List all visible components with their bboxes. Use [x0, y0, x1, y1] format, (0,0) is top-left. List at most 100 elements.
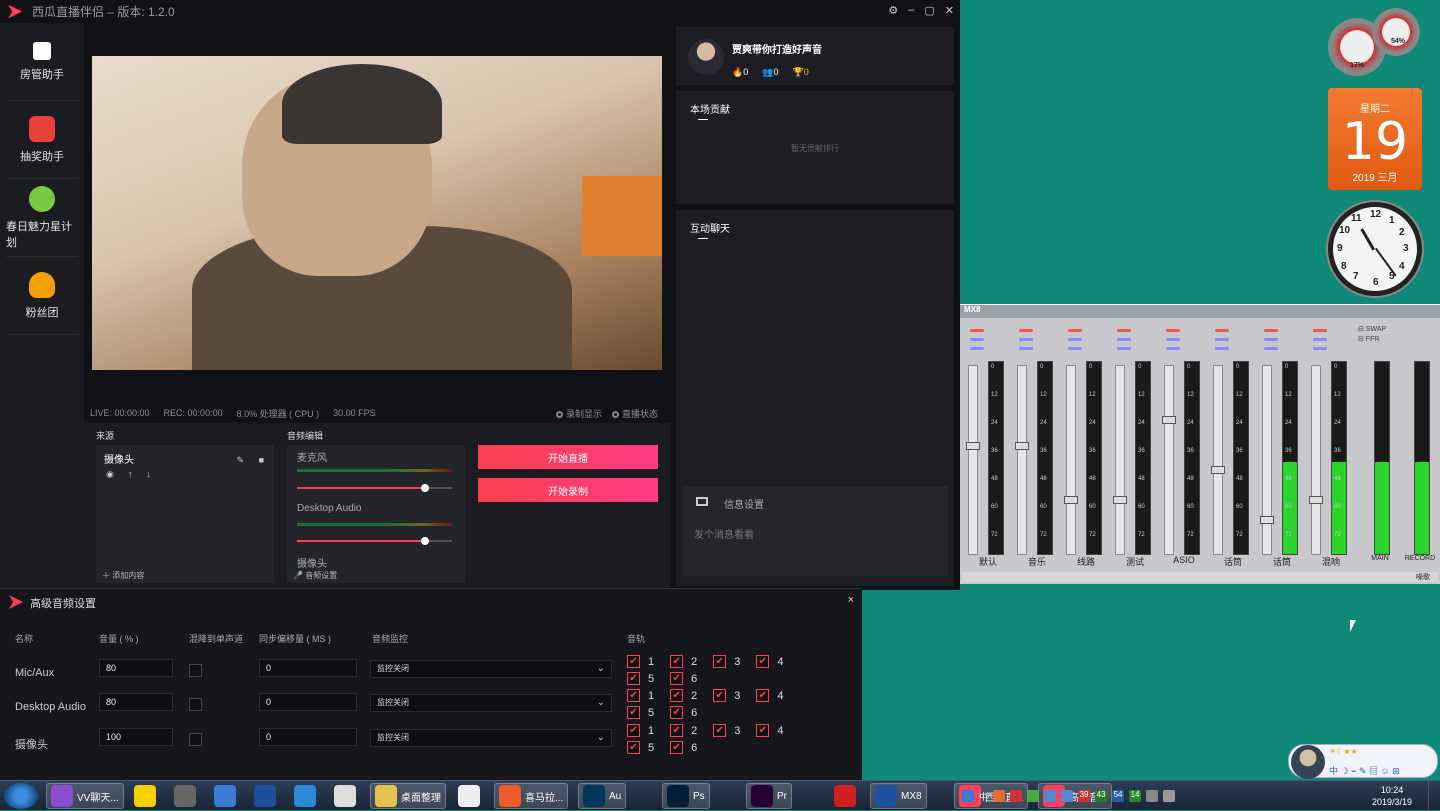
track-checkbox[interactable]: ✔ 6 — [670, 741, 697, 754]
sync-offset-field[interactable]: 0 — [259, 693, 357, 711]
tray-number-badge[interactable]: 43 — [1095, 790, 1108, 802]
maximize-button[interactable]: ▢ — [924, 4, 934, 17]
track-checkbox[interactable]: ✔ 1 — [627, 655, 654, 668]
ime-buttons[interactable]: 中 ☽ ⌁ ✎ ▤ ☺ ⊞ — [1329, 764, 1400, 777]
taskbar-item[interactable] — [130, 783, 160, 809]
downmix-checkbox[interactable] — [189, 664, 202, 677]
track-checkbox[interactable]: ✔ 3 — [713, 689, 740, 702]
tray-icon[interactable] — [1010, 790, 1023, 802]
channel-fader[interactable] — [1015, 365, 1029, 555]
clock-display[interactable]: 10:24 2019/3/19 — [1372, 784, 1412, 808]
add-content-button[interactable]: ＋ 添加内容 — [102, 570, 144, 581]
minimize-button[interactable]: – — [908, 4, 914, 17]
downmix-checkbox[interactable] — [189, 733, 202, 746]
fader-knob[interactable] — [1211, 466, 1225, 474]
taskbar-item[interactable] — [170, 783, 200, 809]
track-checkbox[interactable]: ✔ 6 — [670, 706, 697, 719]
audio-settings-button[interactable]: 🎤 音频设置 — [293, 570, 337, 581]
slider-knob[interactable] — [421, 484, 429, 492]
calendar-widget[interactable]: 星期二 19 2019 三月 — [1328, 88, 1422, 190]
taskbar-item[interactable] — [210, 783, 240, 809]
channel-toggle-button[interactable] — [1264, 347, 1278, 350]
delete-icon[interactable]: ■ — [259, 455, 264, 465]
channel-toggle-button[interactable] — [1264, 338, 1278, 341]
track-checkbox[interactable]: ✔ 3 — [713, 655, 740, 668]
channel-toggle-button[interactable] — [1313, 338, 1327, 341]
record-display-toggle[interactable]: 录制显示 — [555, 407, 602, 420]
track-checkbox[interactable]: ✔ 1 — [627, 724, 654, 737]
sync-offset-field[interactable]: 0 — [259, 659, 357, 677]
channel-fader[interactable] — [1113, 365, 1127, 555]
fader-knob[interactable] — [1309, 496, 1323, 504]
track-checkbox[interactable]: ✔ 2 — [670, 724, 697, 737]
channel-toggle-button[interactable] — [1068, 338, 1082, 341]
channel-toggle-button[interactable] — [1117, 347, 1131, 350]
edit-icon[interactable]: ✎ — [236, 455, 244, 466]
sidebar-item-fan-club[interactable]: 粉丝团 — [6, 257, 78, 335]
channel-toggle-button[interactable] — [1117, 338, 1131, 341]
tray-number-badge[interactable]: 14 — [1129, 790, 1142, 802]
network-icon[interactable] — [1146, 790, 1159, 802]
channel-toggle-button[interactable] — [1215, 329, 1229, 332]
track-checkbox[interactable]: ✔ 2 — [670, 689, 697, 702]
tray-number-badge[interactable]: 39 — [1078, 790, 1091, 802]
channel-toggle-button[interactable] — [1215, 347, 1229, 350]
channel-toggle-button[interactable] — [1313, 329, 1327, 332]
taskbar-item[interactable]: 桌面整理 — [370, 783, 446, 809]
tray-icon[interactable] — [1061, 790, 1074, 802]
clock-widget[interactable]: 12 3 6 9 1 2 4 5 7 8 10 11 — [1328, 202, 1422, 296]
ime-toolbar[interactable]: ☀☾★★ 中 ☽ ⌁ ✎ ▤ ☺ ⊞ — [1288, 744, 1438, 779]
channel-toggle-button[interactable] — [1166, 347, 1180, 350]
tray-icon[interactable] — [993, 790, 1006, 802]
track-checkbox[interactable]: ✔ 4 — [756, 655, 784, 668]
channel-toggle-button[interactable] — [1019, 347, 1033, 350]
taskbar-item[interactable]: Pr — [746, 783, 792, 809]
track-checkbox[interactable]: ✔ 2 — [670, 655, 697, 668]
channel-toggle-button[interactable] — [1068, 329, 1082, 332]
show-desktop-button[interactable] — [1428, 781, 1440, 811]
message-settings[interactable]: 信息设置 — [724, 496, 764, 511]
taskbar-item[interactable] — [330, 783, 360, 809]
channel-toggle-button[interactable] — [1117, 329, 1131, 332]
channel-fader[interactable] — [966, 365, 980, 555]
sidebar-item-room-manager[interactable]: 房管助手 — [6, 23, 78, 101]
taskbar-item[interactable]: VV聊天... — [46, 783, 124, 809]
channel-toggle-button[interactable] — [1264, 329, 1278, 332]
tray-icon[interactable] — [1044, 790, 1057, 802]
monitor-select[interactable]: 监控关闭 ⌄ — [370, 694, 612, 712]
system-gauge-widget[interactable]: 17% 54% — [1328, 8, 1422, 76]
taskbar-item[interactable]: Au — [578, 783, 627, 809]
volume-icon[interactable] — [1163, 790, 1176, 802]
avatar[interactable] — [688, 39, 724, 75]
wechat-tray-icon[interactable] — [1027, 790, 1040, 802]
taskbar-item[interactable]: Ps — [662, 783, 710, 809]
channel-toggle-button[interactable] — [1019, 329, 1033, 332]
channel-fader[interactable] — [1064, 365, 1078, 555]
track-checkbox[interactable]: ✔ 5 — [627, 741, 654, 754]
volume-slider[interactable] — [297, 484, 452, 492]
volume-slider[interactable] — [297, 537, 452, 545]
channel-toggle-button[interactable] — [1166, 338, 1180, 341]
start-record-button[interactable]: 开始录制 — [478, 478, 658, 502]
fader-knob[interactable] — [1015, 442, 1029, 450]
fader-knob[interactable] — [1064, 496, 1078, 504]
swap-toggle[interactable]: ⊟ SWAP — [1358, 325, 1386, 333]
channel-toggle-button[interactable] — [1068, 347, 1082, 350]
fader-knob[interactable] — [1113, 496, 1127, 504]
track-checkbox[interactable]: ✔ 4 — [756, 689, 784, 702]
close-button[interactable]: ✕ — [945, 4, 954, 17]
taskbar-item[interactable]: MX8 — [870, 783, 927, 809]
move-up-icon[interactable]: ↑ — [128, 469, 133, 480]
tray-number-badge[interactable]: 54 — [1112, 790, 1125, 802]
taskbar-item[interactable] — [290, 783, 320, 809]
taskbar-item[interactable] — [250, 783, 280, 809]
channel-toggle-button[interactable] — [1313, 347, 1327, 350]
live-status-toggle[interactable]: 直播状态 — [611, 407, 658, 420]
volume-field[interactable]: 80 — [99, 693, 173, 711]
channel-fader[interactable] — [1260, 365, 1274, 555]
eye-icon[interactable]: ◉ — [106, 469, 114, 480]
track-checkbox[interactable]: ✔ 4 — [756, 724, 784, 737]
ffr-toggle[interactable]: ⊟ FFR — [1358, 335, 1379, 343]
sidebar-item-star-plan[interactable]: 春日魅力星计划 — [6, 179, 78, 257]
sidebar-item-lottery[interactable]: 抽奖助手 — [6, 101, 78, 179]
